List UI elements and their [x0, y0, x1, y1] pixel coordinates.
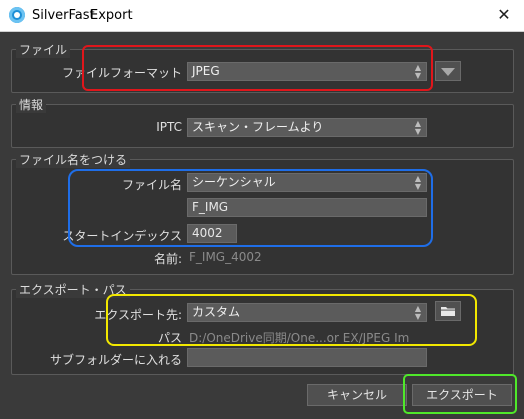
silverfast-logo-icon — [9, 7, 25, 23]
updown-arrows-icon: ▲ ▼ — [414, 119, 421, 136]
cancel-button[interactable]: キャンセル — [307, 384, 407, 406]
file-naming-group-title: ファイル名をつける — [16, 151, 131, 168]
subfolder-input[interactable] — [187, 348, 427, 367]
title-bar: SilverFast Export ✕ — [0, 0, 524, 32]
app-name: SilverFast — [32, 8, 95, 23]
name-preview: F_IMG_4002 — [189, 250, 262, 264]
format-options-button[interactable] — [435, 61, 461, 81]
triangle-down-icon — [441, 68, 455, 76]
subfolder-label: サブフォルダーに入れる — [49, 353, 182, 367]
close-icon[interactable]: ✕ — [492, 4, 516, 26]
iptc-label: IPTC — [156, 120, 182, 134]
yellow-highlight-box — [106, 294, 477, 346]
info-group-title: 情報 — [16, 96, 47, 113]
green-highlight-box — [403, 374, 517, 414]
window-title: Export — [90, 8, 133, 23]
red-highlight-box — [82, 45, 433, 91]
name-preview-label: 名前: — [153, 252, 182, 266]
iptc-select[interactable]: スキャン・フレームより ▲ ▼ — [187, 118, 427, 137]
iptc-value: スキャン・フレームより — [192, 120, 324, 134]
file-group-title: ファイル — [16, 41, 71, 58]
blue-highlight-box — [68, 169, 433, 247]
